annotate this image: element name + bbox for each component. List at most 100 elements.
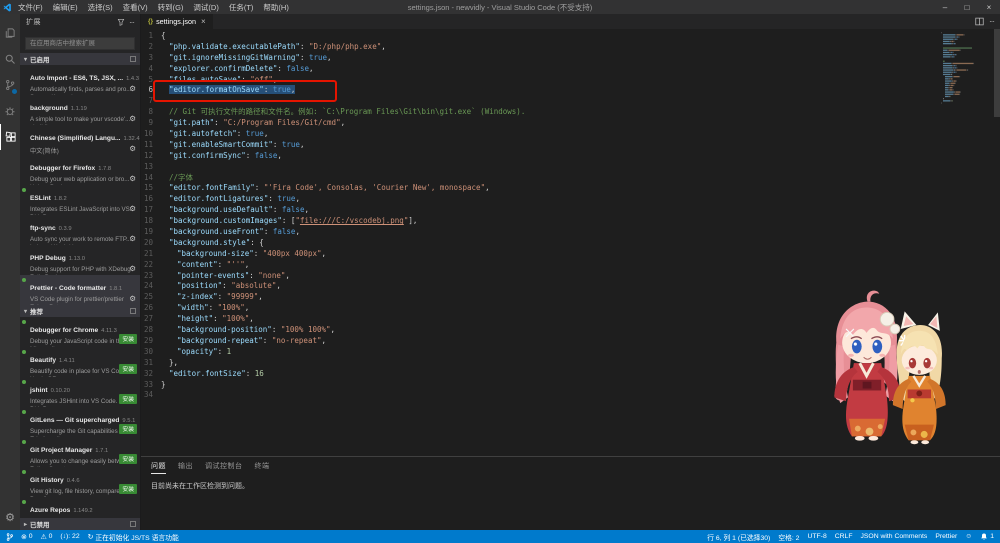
section-header-2[interactable]: ▸已禁用 — [20, 518, 140, 530]
extension-settings-icon[interactable]: ⚙ — [129, 235, 136, 243]
source-control-icon[interactable] — [0, 72, 20, 98]
code-line[interactable]: 1{ — [141, 31, 1000, 42]
minimize-button[interactable]: – — [934, 3, 956, 12]
code-line[interactable]: 14//字体 — [141, 173, 1000, 184]
panel-tab-3[interactable]: 终端 — [255, 461, 270, 474]
search-icon[interactable] — [0, 46, 20, 72]
line-number: 13 — [141, 162, 161, 173]
extension-item[interactable]: GitLens — Git supercharged9.5.1Superchar… — [20, 407, 140, 437]
panel-tab-1[interactable]: 输出 — [178, 461, 193, 474]
extension-item[interactable]: Chinese (Simplified) Langu...1.32.4中文(简体… — [20, 125, 140, 155]
extension-item[interactable]: Git History0.4.6View git log, file histo… — [20, 467, 140, 497]
extension-item[interactable]: PHP Debug1.13.0Debug support for PHP wit… — [20, 245, 140, 275]
install-button[interactable]: 安装 — [119, 394, 137, 404]
code-line[interactable]: 15"editor.fontFamily": "'Fira Code', Con… — [141, 183, 1000, 194]
extension-settings-icon[interactable]: ⚙ — [129, 265, 136, 273]
code-line[interactable]: 12"git.confirmSync": false, — [141, 151, 1000, 162]
status-right-smiley-0[interactable]: ☺ — [965, 533, 972, 540]
code-line[interactable]: 2"php.validate.executablePath": "D:/php/… — [141, 42, 1000, 53]
code-line[interactable]: 11"git.enableSmartCommit": true, — [141, 140, 1000, 151]
code-line[interactable]: 4"explorer.confirmDelete": false, — [141, 64, 1000, 75]
editor-more-actions-icon[interactable]: ··· — [989, 17, 994, 26]
extensions-search-input[interactable] — [25, 37, 135, 50]
code-line[interactable]: 3"git.ignoreMissingGitWarning": true, — [141, 53, 1000, 64]
code-line[interactable]: 13 — [141, 162, 1000, 173]
menu-item-1[interactable]: 编辑(E) — [49, 2, 82, 13]
status-right-bell-1[interactable]: 1 — [980, 532, 994, 541]
install-button[interactable]: 安装 — [119, 364, 137, 374]
close-button[interactable]: × — [978, 3, 1000, 12]
menu-item-3[interactable]: 查看(V) — [119, 2, 152, 13]
section-action-icon[interactable] — [130, 521, 136, 527]
install-button[interactable]: 安装 — [119, 454, 137, 464]
code-line[interactable]: 18"background.customImages": ["file:///C… — [141, 216, 1000, 227]
extension-item[interactable]: ftp-sync0.3.9Auto sync your work to remo… — [20, 215, 140, 245]
install-button[interactable]: 安装 — [119, 484, 137, 494]
code-line[interactable]: 16"editor.fontLigatures": true, — [141, 194, 1000, 205]
status-sync-4[interactable]: ↻正在初始化 JS/TS 语言功能 — [88, 532, 179, 542]
extension-item[interactable]: jshint0.10.20Integrates JSHint into VS C… — [20, 377, 140, 407]
section-header-0[interactable]: ▾已启用 — [20, 53, 140, 65]
code-line[interactable]: 21"background-size": "400px 400px", — [141, 249, 1000, 260]
extension-item[interactable]: Auto Import - ES6, TS, JSX, ...1.4.3Auto… — [20, 65, 140, 95]
menu-item-2[interactable]: 选择(S) — [84, 2, 117, 13]
status-git-branch-0[interactable] — [6, 532, 13, 542]
code-editor[interactable]: 1{2"php.validate.executablePath": "D:/ph… — [141, 29, 1000, 456]
status-right-2[interactable]: UTF-8 — [807, 533, 826, 540]
maximize-button[interactable]: □ — [956, 3, 978, 12]
explorer-icon[interactable] — [0, 20, 20, 46]
code-line[interactable]: 22"content": "''", — [141, 260, 1000, 271]
status-bar: ⊗0 ⚠0 (↓): 22 ↻正在初始化 JS/TS 语言功能 行 6, 列 1 (已… — [0, 530, 1000, 543]
install-button[interactable]: 安装 — [119, 424, 137, 434]
extension-item[interactable]: Debugger for Firefox1.7.8Debug your web … — [20, 155, 140, 185]
extension-settings-icon[interactable]: ⚙ — [129, 175, 136, 183]
menu-item-7[interactable]: 帮助(H) — [259, 2, 292, 13]
menu-item-4[interactable]: 转到(G) — [154, 2, 188, 13]
code-line[interactable]: 8// Git 可执行文件的路径和文件名。例如: `C:\Program Fil… — [141, 107, 1000, 118]
status-right-1[interactable]: 空格: 2 — [778, 532, 799, 542]
settings-gear-icon[interactable]: ⚙ — [5, 513, 15, 524]
extension-settings-icon[interactable]: ⚙ — [129, 115, 136, 123]
extension-item[interactable]: Prettier - Code formatter1.8.1VS Code pl… — [20, 275, 140, 305]
extension-item[interactable]: Beautify1.4.11Beautify code in place for… — [20, 347, 140, 377]
extension-settings-icon[interactable]: ⚙ — [129, 145, 136, 153]
status-right-3[interactable]: CRLF — [835, 533, 853, 540]
extension-settings-icon[interactable]: ⚙ — [129, 295, 136, 303]
minimap[interactable] — [940, 31, 992, 121]
menu-item-0[interactable]: 文件(F) — [14, 2, 47, 13]
code-line[interactable]: 17"background.useDefault": false, — [141, 205, 1000, 216]
panel-tab-0[interactable]: 问题 — [151, 461, 166, 474]
extension-settings-icon[interactable]: ⚙ — [129, 85, 136, 93]
code-line[interactable]: 9"git.path": "C:/Program Files/Git/cmd", — [141, 118, 1000, 129]
extension-settings-icon[interactable]: ⚙ — [129, 205, 136, 213]
menu-item-6[interactable]: 任务(T) — [225, 2, 258, 13]
tab-close-icon[interactable]: × — [201, 17, 206, 26]
extension-item[interactable]: ESLint1.8.2Integrates ESLint JavaScript … — [20, 185, 140, 215]
code-line[interactable]: 20"background.style": { — [141, 238, 1000, 249]
section-action-icon[interactable] — [130, 308, 136, 314]
extension-item[interactable]: background1.1.19A simple tool to make yo… — [20, 95, 140, 125]
install-button[interactable]: 安装 — [119, 334, 137, 344]
status-error-1[interactable]: ⊗0 — [21, 533, 32, 541]
extension-item[interactable]: Git Project Manager1.7.1Allows you to ch… — [20, 437, 140, 467]
sidebar-more-actions-icon[interactable]: ··· — [129, 18, 134, 27]
tab-settings-json[interactable]: {} settings.json × — [141, 14, 213, 29]
code-line[interactable]: 19"background.useFront": false, — [141, 227, 1000, 238]
section-action-icon[interactable] — [130, 56, 136, 62]
panel-tab-2[interactable]: 调试控制台 — [205, 461, 243, 474]
status-right-0[interactable]: 行 6, 列 1 (已选择30) — [707, 532, 770, 542]
status-right-4[interactable]: JSON with Comments — [860, 533, 927, 540]
section-header-1[interactable]: ▾推荐 — [20, 305, 140, 317]
extension-item[interactable]: Debugger for Chrome4.11.3Debug your Java… — [20, 317, 140, 347]
split-editor-icon[interactable] — [975, 17, 984, 26]
code-line[interactable]: 10"git.autofetch": true, — [141, 129, 1000, 140]
extensions-icon[interactable] — [0, 124, 20, 150]
menu-item-5[interactable]: 调试(D) — [189, 2, 222, 13]
status-text-3[interactable]: (↓): 22 — [60, 533, 79, 540]
clear-extensions-input-icon[interactable] — [117, 18, 125, 26]
status-right-5[interactable]: Prettier — [935, 533, 957, 540]
status-warning-2[interactable]: ⚠0 — [40, 533, 52, 541]
debug-icon[interactable] — [0, 98, 20, 124]
code-line[interactable]: 23"pointer-events": "none", — [141, 271, 1000, 282]
editor-scrollbar[interactable] — [994, 29, 1000, 117]
